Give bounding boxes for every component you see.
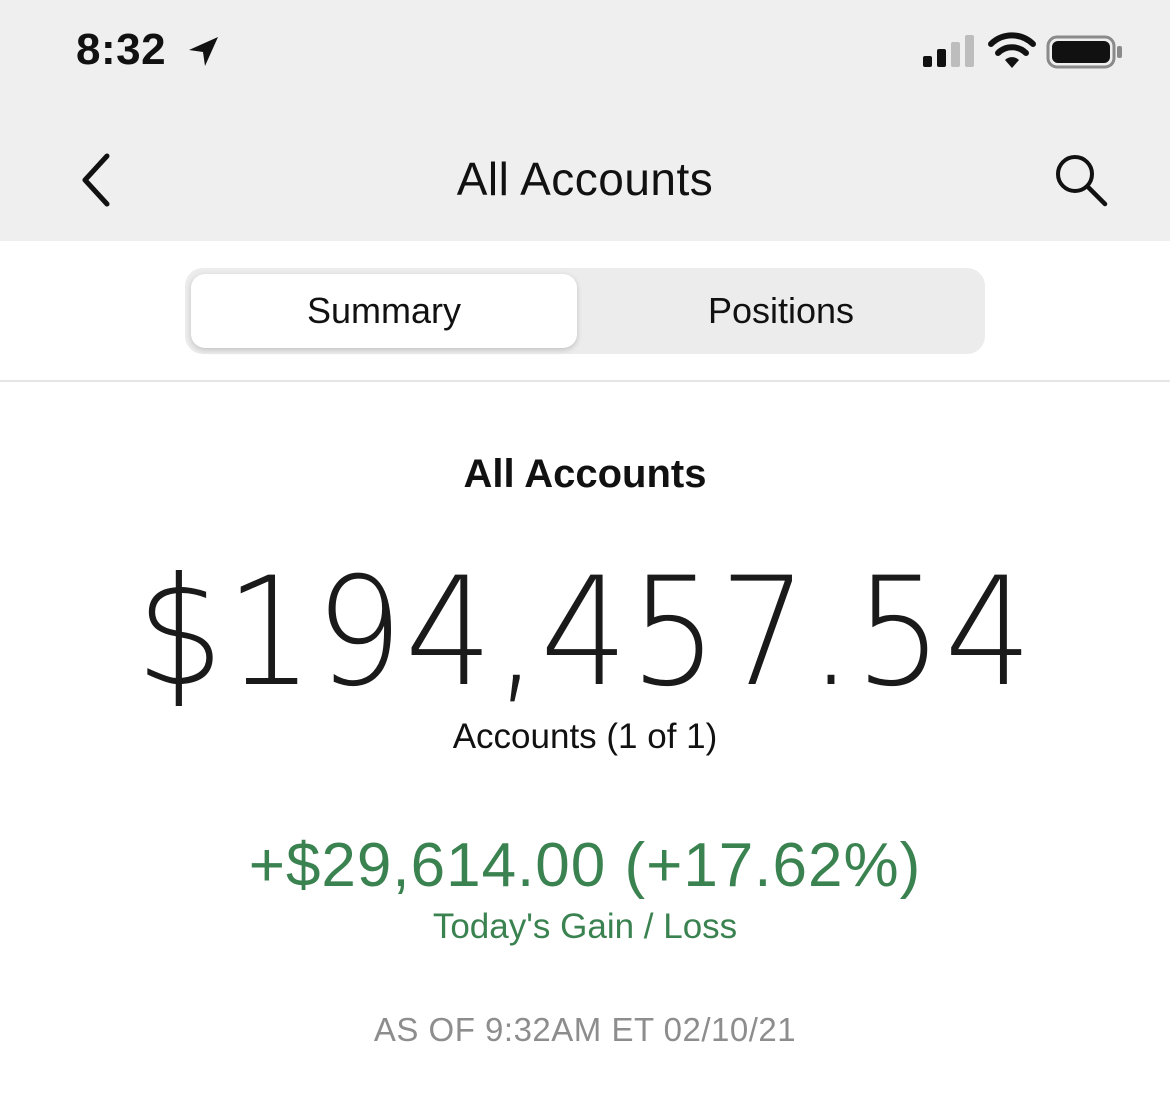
- status-time: 8:32: [76, 25, 167, 74]
- search-button[interactable]: [1040, 140, 1122, 220]
- segmented-control: Summary Positions: [185, 268, 985, 354]
- location-arrow-icon: [189, 37, 218, 66]
- section-divider: [0, 380, 1170, 382]
- battery-icon: [1046, 35, 1122, 69]
- cellular-signal-icon: [923, 35, 974, 67]
- todays-gain-value: +$29,614.00 (+17.62%): [248, 831, 922, 900]
- search-icon: [1056, 155, 1108, 207]
- balance-value: $194,457.54: [135, 546, 1035, 720]
- tab-positions[interactable]: Positions: [583, 274, 979, 348]
- accounts-count-label: Accounts (1 of 1): [452, 717, 718, 756]
- header-area: 8:32 All Accounts: [0, 0, 1170, 241]
- todays-gain-label: Today's Gain / Loss: [432, 907, 738, 946]
- as-of-timestamp: AS OF 9:32AM ET 02/10/21: [373, 1011, 797, 1048]
- wifi-icon: [988, 32, 1036, 68]
- summary-title: All Accounts: [463, 452, 707, 496]
- app-screen: 8:32 All Accounts Summary Positions All …: [0, 0, 1170, 1111]
- total-balance: $194,457.54: [47, 548, 1123, 718]
- page-title: All Accounts: [456, 153, 714, 205]
- tab-summary[interactable]: Summary: [191, 274, 577, 348]
